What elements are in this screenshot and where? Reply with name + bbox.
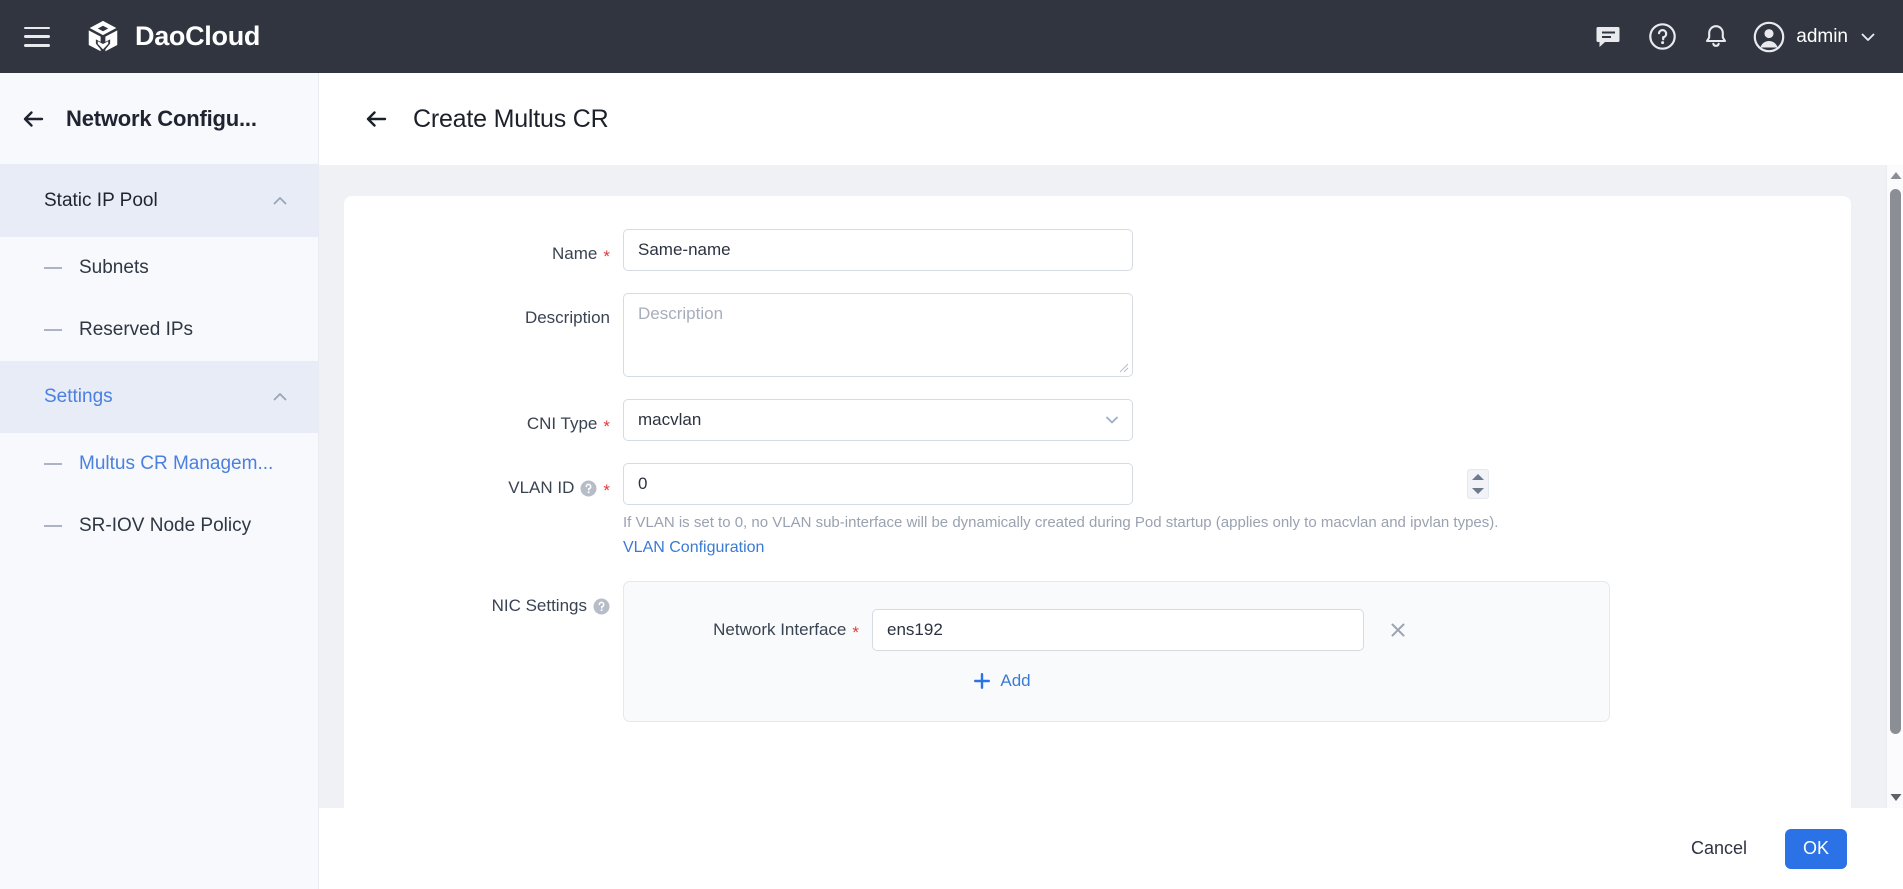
arrow-left-icon[interactable] — [361, 104, 391, 134]
field-row-cni-type: CNI Type * — [344, 399, 1851, 441]
cni-type-select[interactable] — [623, 399, 1133, 441]
sidebar-item-reserved-ips[interactable]: Reserved IPs — [0, 299, 318, 361]
sidebar-item-label: Multus CR Managem... — [79, 453, 273, 475]
description-textarea[interactable]: Description — [623, 293, 1133, 377]
topbar-actions: admin — [1581, 10, 1903, 64]
vlan-id-stepper[interactable] — [1467, 469, 1489, 499]
username-label: admin — [1796, 26, 1848, 48]
sidebar-header: Network Configu... — [0, 73, 318, 165]
bell-icon[interactable] — [1689, 10, 1743, 64]
field-row-nic-settings: NIC Settings Network Interface * — [344, 581, 1851, 722]
sidebar-item-multus-cr-management[interactable]: Multus CR Managem... — [0, 433, 318, 495]
arrow-left-icon[interactable] — [18, 104, 48, 134]
sidebar-item-subnets[interactable]: Subnets — [0, 237, 318, 299]
field-row-description: Description Description — [344, 293, 1851, 377]
top-bar: DaoCloud — [0, 0, 1903, 73]
form-scroll-area: Name * Description Description — [319, 165, 1903, 808]
label-text: Network Interface — [713, 620, 846, 640]
sidebar-item-label: Reserved IPs — [79, 319, 193, 341]
dash-icon — [44, 463, 62, 465]
label-text: NIC Settings — [492, 596, 587, 616]
field-control-description: Description — [623, 293, 1133, 377]
sidebar-item-label: SR-IOV Node Policy — [79, 515, 251, 537]
field-label-name: Name * — [344, 229, 623, 271]
sidebar-group-label: Settings — [44, 386, 113, 408]
dash-icon — [44, 267, 62, 269]
sidebar-item-label: Subnets — [79, 257, 149, 279]
field-control-vlan-id: If VLAN is set to 0, no VLAN sub-interfa… — [623, 463, 1498, 557]
form-card: Name * Description Description — [344, 196, 1851, 824]
scroll-up-arrow-icon[interactable] — [1887, 167, 1903, 184]
vertical-scrollbar[interactable] — [1886, 165, 1903, 808]
scroll-down-arrow-icon[interactable] — [1887, 789, 1903, 806]
required-marker: * — [603, 482, 610, 499]
triangle-up-icon[interactable] — [1472, 474, 1484, 480]
brand-name: DaoCloud — [135, 21, 260, 52]
scrollbar-thumb[interactable] — [1890, 189, 1901, 734]
nic-settings-panel: Network Interface * — [623, 581, 1610, 722]
sidebar-group-static-ip-pool[interactable]: Static IP Pool — [0, 165, 318, 237]
page-header: Create Multus CR — [319, 73, 1903, 165]
label-text: CNI Type — [527, 414, 598, 434]
field-row-vlan-id: VLAN ID * — [344, 463, 1851, 557]
chevron-up-icon — [270, 191, 290, 211]
chat-icon[interactable] — [1581, 10, 1635, 64]
daocloud-cube-logo — [84, 18, 122, 56]
question-circle-icon[interactable] — [580, 480, 597, 497]
field-control-name — [623, 229, 1133, 271]
add-nic-label: Add — [1000, 671, 1030, 691]
field-label-cni-type: CNI Type * — [344, 399, 623, 441]
nic-row: Network Interface * — [624, 609, 1609, 651]
triangle-down-icon[interactable] — [1472, 488, 1484, 494]
question-circle-icon[interactable] — [593, 598, 610, 615]
sidebar-title: Network Configu... — [66, 106, 257, 132]
sidebar-item-sriov-node-policy[interactable]: SR-IOV Node Policy — [0, 495, 318, 557]
vlan-id-input[interactable] — [623, 463, 1133, 505]
nic-row-label: Network Interface * — [624, 620, 872, 640]
resize-grip-icon[interactable] — [1119, 363, 1129, 373]
label-text: Description — [525, 308, 610, 328]
field-label-nic-settings: NIC Settings — [344, 581, 623, 623]
sidebar: Network Configu... Static IP Pool Subnet… — [0, 73, 319, 889]
cancel-button[interactable]: Cancel — [1677, 828, 1761, 869]
required-marker: * — [603, 418, 610, 435]
brand: DaoCloud — [84, 18, 260, 56]
label-text: Name — [552, 244, 597, 264]
chevron-down-icon — [1859, 28, 1877, 46]
vlan-configuration-link[interactable]: VLAN Configuration — [623, 539, 764, 557]
field-row-name: Name * — [344, 229, 1851, 271]
main-content: Create Multus CR Name * Description — [319, 73, 1903, 889]
plus-icon — [972, 671, 992, 691]
dash-icon — [44, 329, 62, 331]
avatar-icon — [1753, 21, 1785, 53]
dash-icon — [44, 525, 62, 527]
network-interface-input[interactable] — [872, 609, 1364, 651]
add-nic-button[interactable]: Add — [972, 671, 1030, 691]
field-label-description: Description — [344, 293, 623, 335]
required-marker: * — [603, 248, 610, 265]
close-icon[interactable] — [1378, 620, 1418, 640]
required-marker: * — [852, 624, 859, 641]
help-icon[interactable] — [1635, 10, 1689, 64]
nic-add-row: Add — [624, 671, 1379, 691]
ok-button[interactable]: OK — [1785, 829, 1847, 869]
name-input[interactable] — [623, 229, 1133, 271]
sidebar-group-settings[interactable]: Settings — [0, 361, 318, 433]
dialog-footer: Cancel OK — [319, 808, 1903, 889]
user-menu[interactable]: admin — [1753, 21, 1877, 53]
page-title: Create Multus CR — [413, 105, 608, 134]
sidebar-group-label: Static IP Pool — [44, 190, 158, 212]
description-placeholder: Description — [638, 304, 723, 323]
chevron-up-icon — [270, 387, 290, 407]
field-control-cni-type — [623, 399, 1133, 441]
field-label-vlan-id: VLAN ID * — [344, 463, 623, 505]
hamburger-icon[interactable] — [24, 27, 50, 47]
label-text: VLAN ID — [508, 478, 574, 498]
vlan-id-hint: If VLAN is set to 0, no VLAN sub-interfa… — [623, 514, 1498, 531]
